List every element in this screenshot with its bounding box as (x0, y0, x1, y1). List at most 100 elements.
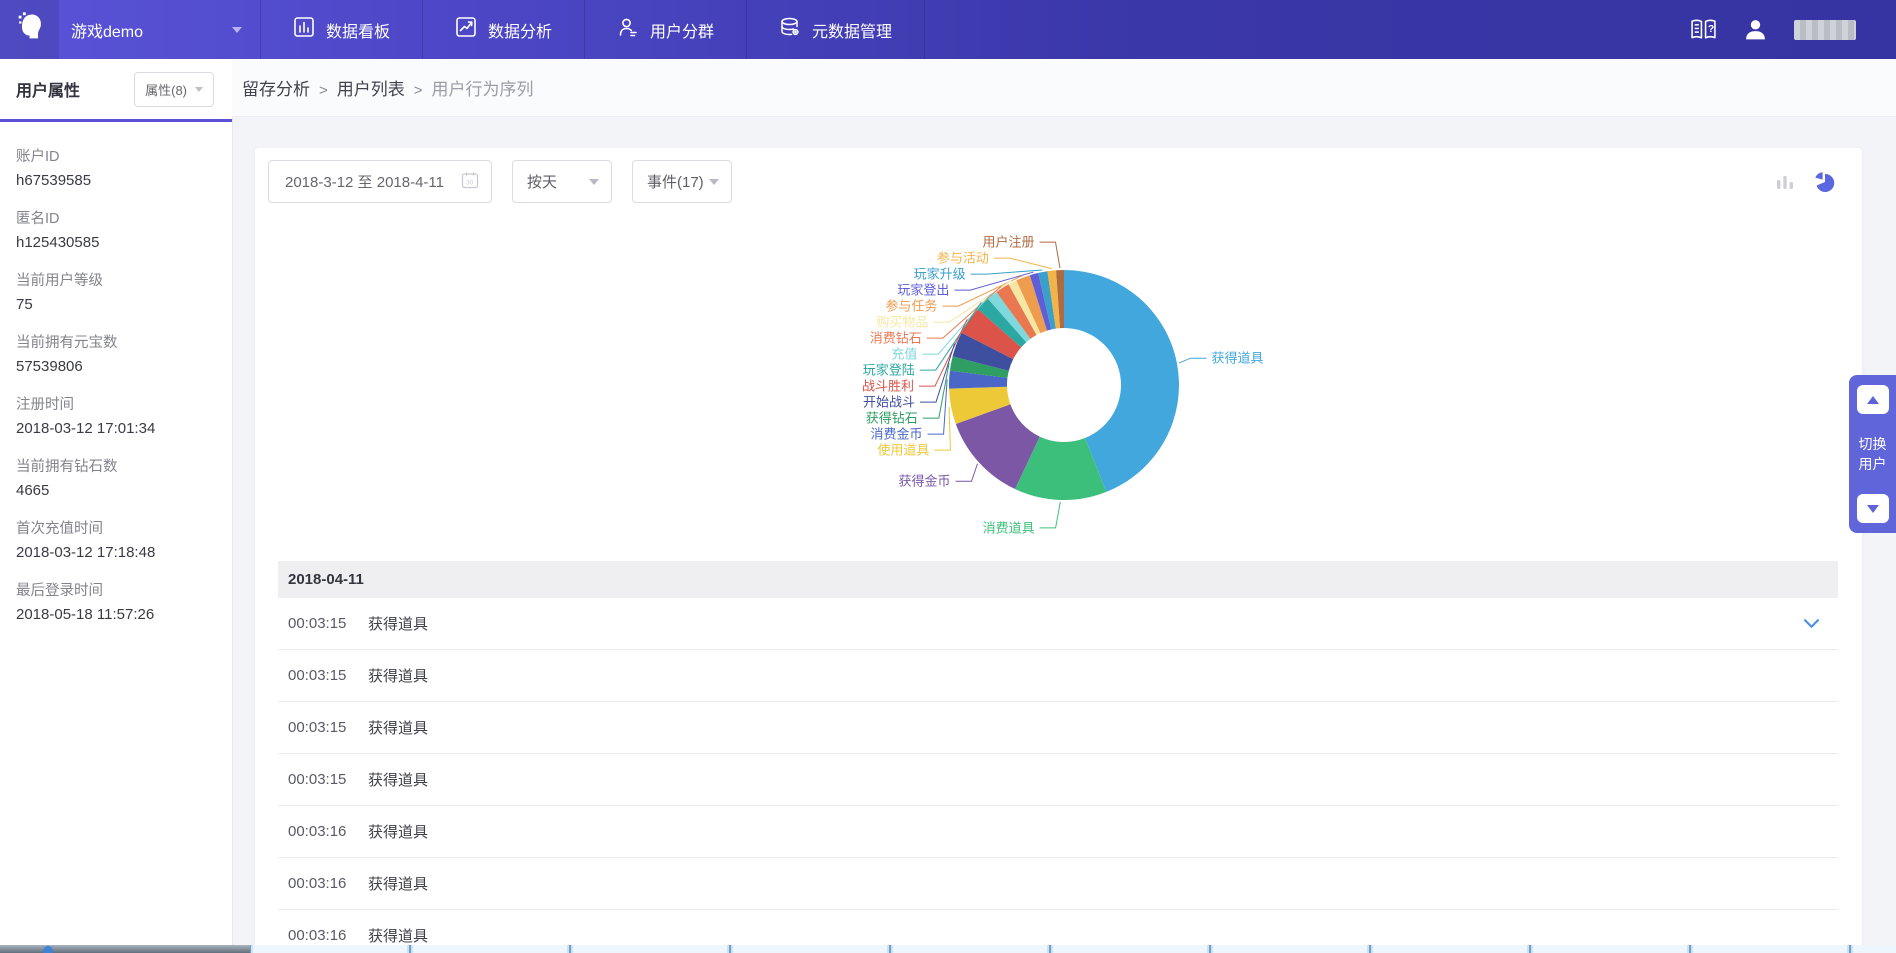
event-time: 00:03:15 (288, 719, 368, 736)
attribute-item: 注册时间 2018-03-12 17:01:34 (16, 396, 216, 438)
event-time: 00:03:16 (288, 823, 368, 840)
taskbar-apps-fragment (250, 945, 1896, 953)
event-name: 获得道具 (368, 821, 428, 842)
granularity-value: 按天 (527, 171, 557, 192)
event-filter-select[interactable]: 事件(17) (632, 160, 732, 203)
bar-chart-toggle-icon[interactable] (1774, 172, 1796, 192)
chevron-down-icon (589, 179, 599, 185)
filter-toolbar: 2018-3-12 至 2018-4-11 30 按天 事件(17) (255, 148, 1862, 203)
attribute-value: 75 (16, 295, 216, 314)
analysis-icon (455, 16, 477, 43)
attribute-label: 注册时间 (16, 396, 216, 414)
event-row[interactable]: 00:03:15获得道具 (278, 702, 1838, 754)
pie-label: 战斗胜利 (862, 379, 914, 394)
next-user-button[interactable] (1857, 494, 1889, 523)
triangle-down-icon (1867, 505, 1879, 513)
breadcrumb-item[interactable]: 用户列表 (337, 80, 405, 99)
chart-area: 用户注册参与活动玩家升级玩家登出参与任务购买物品消费钻石充值玩家登陆战斗胜利开始… (255, 203, 1862, 561)
top-navbar: 游戏demo 数据看板 数据分析 (0, 0, 1896, 59)
main-area: 留存分析>用户列表>用户行为序列 2018-3-12 至 2018-4-11 3… (232, 59, 1896, 953)
attribute-item: 首次充值时间2018-03-12 17:18:48 (16, 520, 216, 562)
attribute-value: h67539585 (16, 171, 216, 190)
nav-item-label: 数据分析 (488, 18, 552, 42)
attribute-list: 账户IDh67539585 匿名ID h125430585 当前用户等级75 当前拥有元… (0, 122, 232, 624)
attribute-filter-button[interactable]: 属性(8) (134, 72, 214, 107)
attribute-label: 匿名ID (16, 210, 216, 228)
svg-text:?: ? (1708, 24, 1714, 35)
pie-label-line (1040, 502, 1061, 528)
username-redacted[interactable] (1794, 20, 1856, 40)
user-properties-sidebar: 用户属性 属性(8) 账户IDh67539585 匿名ID h125430585 当前… (0, 59, 233, 953)
pie-label: 开始战斗 (863, 395, 915, 410)
taskbar-left-fragment (0, 945, 250, 953)
attribute-value: 2018-03-12 17:18:48 (16, 543, 216, 562)
pie-label-line (934, 407, 950, 450)
previous-user-button[interactable] (1857, 385, 1889, 414)
nav-item-metadata[interactable]: 元数据管理 (747, 0, 925, 59)
attribute-value: h125430585 (16, 233, 216, 252)
attribute-item: 账户IDh67539585 (16, 148, 216, 190)
chevron-down-icon (232, 27, 242, 33)
nav-item-analysis[interactable]: 数据分析 (423, 0, 585, 59)
event-name: 获得道具 (368, 769, 428, 790)
date-range-input[interactable]: 2018-3-12 至 2018-4-11 30 (268, 160, 492, 203)
pie-label: 购买物品 (876, 315, 928, 330)
event-name: 获得道具 (368, 925, 428, 946)
attribute-value: 2018-03-12 17:01:34 (16, 419, 216, 438)
pie-chart-toggle-icon[interactable] (1812, 170, 1836, 194)
granularity-select[interactable]: 按天 (512, 160, 612, 203)
project-selector[interactable]: 游戏demo (59, 0, 261, 59)
pie-label: 充值 (891, 347, 917, 362)
breadcrumb-item[interactable]: 留存分析 (242, 80, 310, 99)
brand-logo[interactable] (0, 0, 59, 59)
nav-item-label: 元数据管理 (812, 18, 892, 42)
event-row[interactable]: 00:03:15获得道具 (278, 598, 1838, 650)
event-row[interactable]: 00:03:16获得道具 (278, 858, 1838, 910)
event-name: 获得道具 (368, 613, 428, 634)
chevron-down-icon[interactable] (1804, 619, 1819, 628)
attribute-item: 当前用户等级75 (16, 272, 216, 314)
nav-item-segmentation[interactable]: 用户分群 (585, 0, 747, 59)
attribute-item: 匿名ID h125430585 (16, 210, 216, 252)
pie-label: 参与任务 (885, 299, 937, 314)
dashboard-icon (293, 16, 315, 43)
chevron-down-icon (195, 87, 203, 92)
pie-label-line (971, 270, 1043, 274)
attribute-value: 4665 (16, 481, 216, 500)
event-name: 获得道具 (368, 873, 428, 894)
pie-label: 获得金币 (899, 474, 951, 489)
date-range-value: 2018-3-12 至 2018-4-11 (285, 171, 461, 192)
attribute-label: 当前拥有元宝数 (16, 334, 216, 352)
os-taskbar-fragment (0, 945, 1896, 953)
attribute-item: 最后登录时间2018-05-18 11:57:26 (16, 582, 216, 624)
switch-user-label: 切换 用户 (1859, 434, 1887, 474)
help-manual-icon[interactable]: ? (1690, 18, 1717, 41)
navbar-right: ? (1690, 0, 1896, 59)
breadcrumb-separator: > (414, 82, 423, 99)
event-name: 获得道具 (368, 665, 428, 686)
project-name: 游戏demo (71, 18, 143, 42)
chevron-down-icon (709, 179, 719, 185)
pie-label-line (994, 258, 1052, 269)
event-row[interactable]: 00:03:15获得道具 (278, 650, 1838, 702)
navbar-spacer (925, 0, 1690, 59)
nav-item-dashboard[interactable]: 数据看板 (261, 0, 423, 59)
app-root: 游戏demo 数据看板 数据分析 (0, 0, 1896, 953)
behavior-sequence-card: 2018-3-12 至 2018-4-11 30 按天 事件(17) (255, 148, 1862, 953)
attribute-label: 最后登录时间 (16, 582, 216, 600)
user-avatar-icon[interactable] (1743, 17, 1768, 42)
attribute-label: 当前拥有钻石数 (16, 458, 216, 476)
event-filter-value: 事件(17) (647, 171, 704, 192)
event-row[interactable]: 00:03:16获得道具 (278, 806, 1838, 858)
event-list: 00:03:15获得道具00:03:15获得道具00:03:15获得道具00:0… (278, 598, 1838, 953)
pie-label-line (1039, 242, 1059, 268)
date-group-label: 2018-04-11 (288, 571, 364, 588)
sidebar-title: 用户属性 (16, 77, 80, 101)
event-row[interactable]: 00:03:15获得道具 (278, 754, 1838, 806)
attribute-value: 57539806 (16, 357, 216, 376)
pie-label: 获得钻石 (866, 411, 918, 426)
breadcrumb-bar: 留存分析>用户列表>用户行为序列 (232, 59, 1896, 117)
pie-label: 用户注册 (982, 235, 1034, 250)
thinking-head-logo-icon (13, 10, 47, 49)
triangle-up-icon (1867, 396, 1879, 404)
